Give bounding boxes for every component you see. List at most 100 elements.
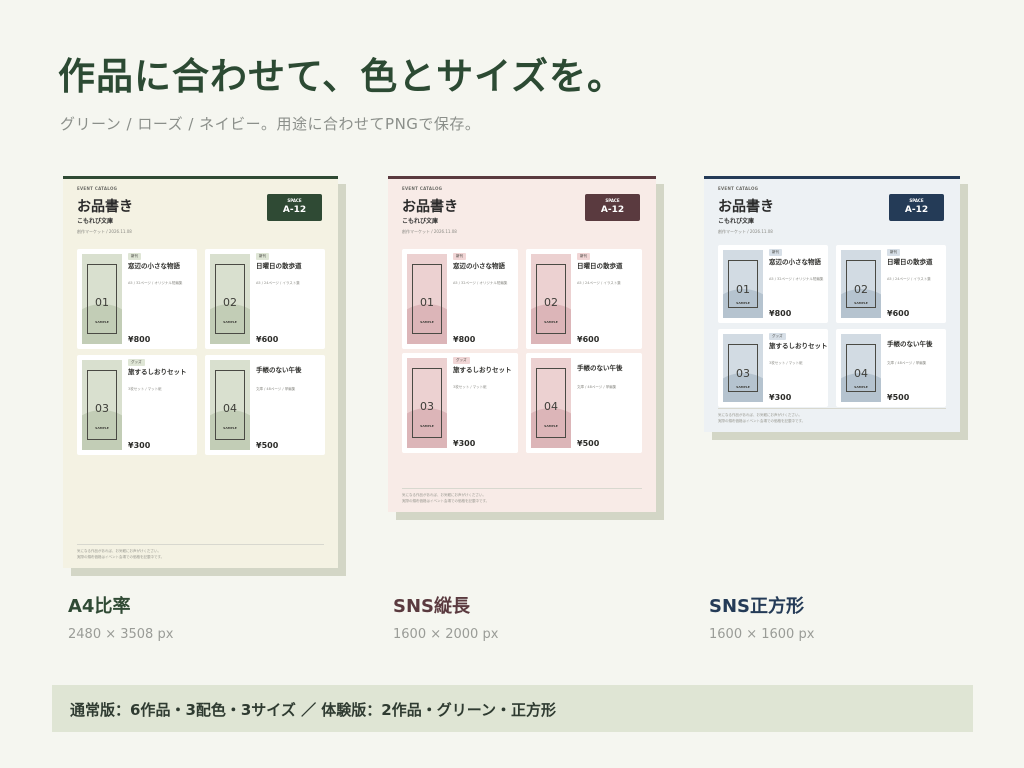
item-number: 01 <box>736 282 750 296</box>
item-tag: グッズ <box>769 333 786 340</box>
item-price: ¥500 <box>577 439 600 448</box>
catalog-item: 02 SAMPLE 新刊日曜日の散歩道 A5 / 24ページ / イラスト集 ¥600 <box>526 249 642 349</box>
item-number: 01 <box>95 296 109 309</box>
item-title: 手帳のない午後 <box>577 364 623 372</box>
item-price: ¥300 <box>453 439 476 448</box>
item-title: 日曜日の散歩道 <box>887 258 933 266</box>
circle-name: こもれび文庫 <box>718 218 755 225</box>
item-spec: A5 / 32ページ / オリジナル短編集 <box>128 281 183 285</box>
item-tag: 新刊 <box>128 253 141 260</box>
preview-green: EVENT CATALOG お品書き こもれび文庫 創作マーケット / 2026.11… <box>63 176 346 576</box>
item-title: 手帳のない午後 <box>887 340 933 348</box>
item-number: 02 <box>223 296 237 309</box>
item-spec: A5 / 32ページ / オリジナル短編集 <box>453 281 508 285</box>
event-line: 創作マーケット / 2026.11.08 <box>718 229 773 234</box>
note-divider <box>77 544 324 545</box>
sample-label: SAMPLE <box>736 385 750 390</box>
catalog-item: 03 SAMPLE グッズ 旅するしおりセット 3枚セット / マット紙 ¥300 <box>77 355 197 455</box>
item-spec: A5 / 24ページ / イラスト集 <box>887 277 931 281</box>
item-title: 日曜日の散歩道 <box>577 262 623 270</box>
item-number: 02 <box>544 296 558 309</box>
item-number: 04 <box>223 402 237 415</box>
sample-label: SAMPLE <box>420 424 434 428</box>
item-spec: A5 / 24ページ / イラスト集 <box>256 281 300 285</box>
event-line: 創作マーケット / 2026.11.08 <box>402 229 457 234</box>
page-subhead: グリーン / ローズ / ネイビー。用途に合わせてPNGで保存。 <box>60 115 481 133</box>
item-title: 旅するしおりセット <box>769 342 828 350</box>
note-divider <box>402 488 642 489</box>
item-price: ¥800 <box>128 335 151 344</box>
space-label: SPACE <box>287 198 302 203</box>
item-spec: 3枚セット / マット紙 <box>453 385 487 389</box>
preview-navy: EVENT CATALOG お品書き こもれび文庫 創作マーケット / 2026.11… <box>704 176 968 440</box>
catalog-item: 04 SAMPLE 手帳のない午後文庫 / 48ページ / 掌編集 ¥500 <box>836 329 946 407</box>
variant-name: A4比率 <box>68 596 131 617</box>
item-thumbnail: 03 SAMPLE <box>407 358 447 448</box>
circle-name: こもれび文庫 <box>77 218 114 225</box>
sample-label: SAMPLE <box>854 385 868 390</box>
space-label: SPACE <box>605 198 620 203</box>
catalog-item: 04 SAMPLE 手帳のない午後 文庫 / 48ページ / 掌編集 ¥500 <box>526 353 642 453</box>
item-number: 04 <box>854 366 868 380</box>
item-title: 旅するしおりセット <box>128 368 187 376</box>
event-line: 創作マーケット / 2026.11.08 <box>77 229 132 234</box>
item-price: ¥600 <box>256 335 279 344</box>
item-price: ¥600 <box>887 309 910 318</box>
catalog-item: 01 SAMPLE 新刊 窓辺の小さな物語 A5 / 32ページ / オリジナル短編集 ¥… <box>77 249 197 349</box>
sheet-title: お品書き <box>77 199 133 215</box>
item-spec: 文庫 / 48ページ / 掌編集 <box>256 387 296 391</box>
item-thumbnail: 02 SAMPLE <box>210 254 250 344</box>
item-thumbnail: 01 SAMPLE <box>723 250 763 318</box>
item-thumbnail: 03 SAMPLE <box>82 360 122 450</box>
note-line-2: 実際の頒布価格はイベント会場での価格を記載中です。 <box>402 499 490 503</box>
item-spec: 文庫 / 48ページ / 掌編集 <box>577 385 617 389</box>
catalog-item: 03 SAMPLE グッズ 旅するしおりセット 3枚セット / マット紙 ¥300 <box>718 329 828 407</box>
sheet-note: 気になる作品があれば、お気軽にお声がけください。 実際の頒布価格はイベント会場での… <box>77 548 164 560</box>
item-thumbnail: 04 SAMPLE <box>210 360 250 450</box>
page-headline: 作品に合わせて、色とサイズを。 <box>58 55 626 98</box>
item-spec: 文庫 / 48ページ / 掌編集 <box>887 361 927 365</box>
item-spec: A5 / 32ページ / オリジナル短編集 <box>769 277 824 281</box>
space-value: A-12 <box>282 205 307 215</box>
sample-label: SAMPLE <box>854 301 868 306</box>
space-label: SPACE <box>909 198 924 203</box>
catalog-sheet: EVENT CATALOG お品書き こもれび文庫 創作マーケット / 2026.11… <box>63 176 338 568</box>
space-badge: SPACE A-12 <box>267 194 322 221</box>
catalog-item: 01 SAMPLE 新刊 窓辺の小さな物語 A5 / 32ページ / オリジナル短編集 ¥… <box>402 249 518 349</box>
sample-label: SAMPLE <box>544 320 558 324</box>
note-line-2: 実際の頒布価格はイベント会場での価格を記載中です。 <box>718 419 806 423</box>
catalog-item: 02 SAMPLE 新刊 日曜日の散歩道 A5 / 24ページ / イラスト集 ¥600 <box>205 249 325 349</box>
item-thumbnail: 03 SAMPLE <box>723 334 763 402</box>
item-price: ¥500 <box>887 393 910 402</box>
note-divider <box>718 408 946 409</box>
item-tag: 新刊 <box>769 249 782 256</box>
sample-label: SAMPLE <box>95 426 109 430</box>
variant-name: SNS縦長 <box>393 596 470 617</box>
sheet-note: 気になる作品があれば、お気軽にお声がけください。 実際の頒布価格はイベント会場での… <box>402 492 489 504</box>
sheet-eyebrow: EVENT CATALOG <box>718 186 759 191</box>
item-number: 02 <box>854 282 868 296</box>
item-thumbnail: 01 SAMPLE <box>407 254 447 344</box>
item-thumbnail: 02 SAMPLE <box>531 254 571 344</box>
item-price: ¥600 <box>577 335 600 344</box>
item-number: 03 <box>420 400 434 413</box>
sheet-top-bar <box>704 176 960 179</box>
item-tag: 新刊 <box>577 253 590 260</box>
catalog-item: 02 SAMPLE 新刊 日曜日の散歩道 A5 / 24ページ / イラスト集 ¥600 <box>836 245 946 323</box>
item-spec: A5 / 24ページ / イラスト集 <box>577 281 621 285</box>
sheet-eyebrow: EVENT CATALOG <box>402 186 443 191</box>
variant-size: 1600 × 1600 px <box>709 627 815 642</box>
item-thumbnail: 02 SAMPLE <box>841 250 881 318</box>
item-title: 窓辺の小さな物語 <box>769 258 821 266</box>
variant-size: 1600 × 2000 px <box>393 627 499 642</box>
item-number: 03 <box>736 366 750 380</box>
catalog-item: 01 SAMPLE 新刊窓辺の小さな物語 A5 / 32ページ / オリジナル短編集 ¥… <box>718 245 828 323</box>
item-price: ¥800 <box>769 309 792 318</box>
sample-label: SAMPLE <box>223 320 237 324</box>
catalog-item: 04 SAMPLE 手帳のない午後 文庫 / 48ページ / 掌編集 ¥500 <box>205 355 325 455</box>
space-badge: SPACE A-12 <box>889 194 944 221</box>
sample-label: SAMPLE <box>736 301 750 306</box>
sheet-note: 気になる作品があれば、お気軽にお声がけください。 実際の頒布価格はイベント会場での… <box>718 412 805 424</box>
sheet-top-bar <box>63 176 338 179</box>
item-number: 04 <box>544 400 558 413</box>
